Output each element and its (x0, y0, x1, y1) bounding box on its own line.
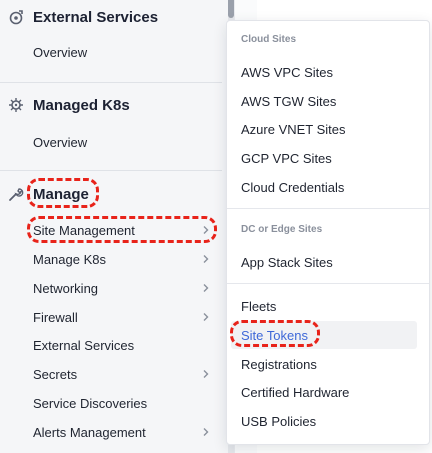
sidebar-item-firewall[interactable]: Firewall (0, 304, 222, 330)
helm-wheel-icon (9, 98, 23, 112)
sidebar-item-label: Manage K8s (33, 251, 106, 267)
sidebar-item-label: Secrets (33, 366, 78, 382)
sidebar-item-label: Networking (33, 280, 99, 296)
submenu-divider (227, 283, 429, 284)
sidebar-item-overview-managed-k8s[interactable]: Overview (0, 129, 222, 155)
submenu-item-site-tokens[interactable]: Site Tokens (241, 328, 308, 343)
submenu-item-aws-tgw-sites[interactable]: AWS TGW Sites (241, 94, 336, 109)
submenu-item-gcp-vpc-sites[interactable]: GCP VPC Sites (241, 151, 332, 166)
section-title: External Services (33, 8, 159, 26)
section-external-services[interactable]: External Services (0, 2, 228, 32)
section-manage[interactable]: Manage (0, 179, 228, 209)
sidebar-item-site-management[interactable]: Site Management (0, 217, 222, 243)
sidebar-item-overview-external-services[interactable]: Overview (0, 39, 222, 65)
wrench-icon (9, 188, 24, 201)
chevron-right-icon (203, 284, 209, 292)
section-managed-k8s[interactable]: Managed K8s (0, 90, 228, 120)
chevron-right-icon (203, 370, 209, 378)
sidebar: External Services Overview Managed K8s O… (0, 0, 228, 453)
sidebar-item-label: Firewall (33, 309, 78, 325)
sidebar-item-manage-k8s[interactable]: Manage K8s (0, 246, 222, 272)
sidebar-item-external-services[interactable]: External Services (0, 332, 222, 358)
section-title: Manage (33, 185, 89, 203)
section-title: Managed K8s (33, 96, 130, 114)
submenu-group-title: Cloud Sites (241, 34, 297, 45)
sidebar-item-label: Overview (33, 44, 88, 60)
sidebar-item-networking[interactable]: Networking (0, 275, 222, 301)
submenu-item-usb-policies[interactable]: USB Policies (241, 414, 316, 429)
submenu-item-aws-vpc-sites[interactable]: AWS VPC Sites (241, 65, 333, 80)
sidebar-divider (0, 170, 222, 171)
submenu-item-fleets[interactable]: Fleets (241, 299, 276, 314)
sidebar-item-label: Overview (33, 134, 88, 150)
submenu-divider (227, 208, 429, 209)
sidebar-divider (0, 82, 222, 83)
chevron-right-icon (203, 313, 209, 321)
sidebar-item-service-discoveries[interactable]: Service Discoveries (0, 390, 222, 416)
sidebar-item-secrets[interactable]: Secrets (0, 361, 222, 387)
sidebar-item-label: Alerts Management (33, 424, 146, 440)
site-management-submenu: Cloud Sites AWS VPC Sites AWS TGW Sites … (226, 20, 430, 445)
chevron-right-icon (203, 226, 209, 234)
external-services-icon (9, 10, 23, 25)
submenu-item-certified-hardware[interactable]: Certified Hardware (241, 385, 349, 400)
submenu-item-registrations[interactable]: Registrations (241, 357, 317, 372)
sidebar-item-alerts-management[interactable]: Alerts Management (0, 419, 222, 445)
submenu-item-cloud-credentials[interactable]: Cloud Credentials (241, 180, 344, 195)
chevron-right-icon (203, 428, 209, 436)
submenu-item-azure-vnet-sites[interactable]: Azure VNET Sites (241, 122, 346, 137)
sidebar-item-label: Site Management (33, 222, 135, 238)
submenu-item-app-stack-sites[interactable]: App Stack Sites (241, 255, 333, 270)
submenu-group-title: DC or Edge Sites (241, 224, 323, 235)
sidebar-item-label: External Services (33, 337, 135, 353)
sidebar-item-label: Service Discoveries (33, 395, 148, 411)
chevron-right-icon (203, 255, 209, 263)
